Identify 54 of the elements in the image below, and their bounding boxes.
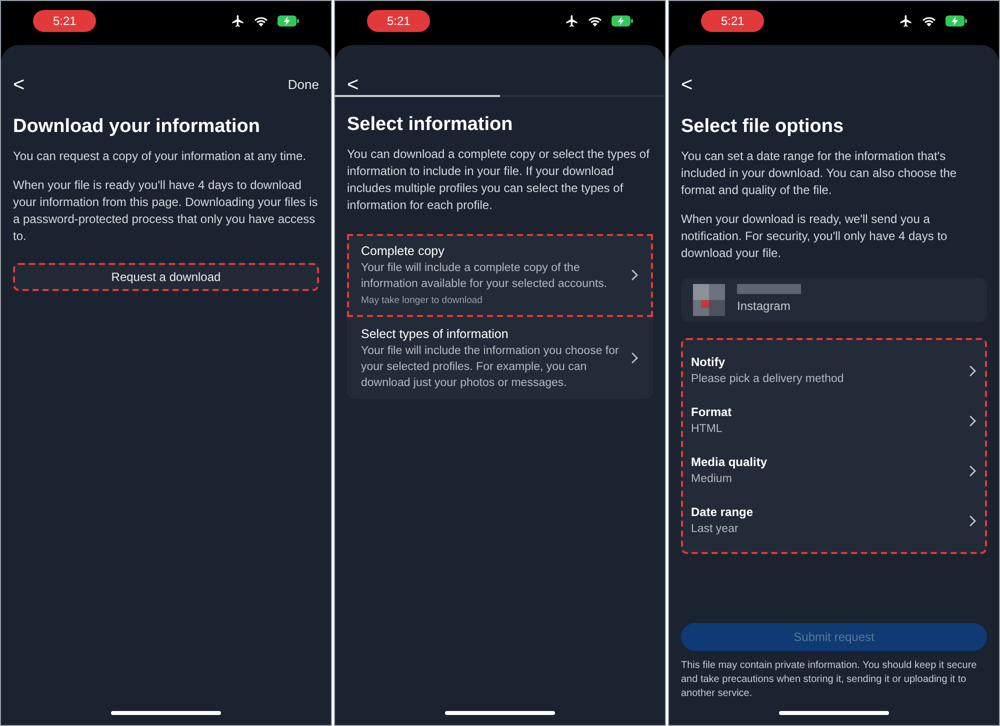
battery-charging-icon (277, 15, 299, 27)
description-text: When your download is ready, we'll send you a notification. For security, you'll only have 4 days to download your file. (681, 210, 948, 262)
chevron-right-icon (631, 352, 639, 364)
setting-row[interactable]: Date range Last year (683, 496, 985, 546)
setting-value: Last year (691, 522, 740, 537)
description-text: You can download a complete copy or select the types of information to include in your file. If your download includes multiple profiles you can select the types of information for each profile. (347, 146, 650, 214)
setting-value: HTML (691, 422, 724, 437)
setting-value: Medium (691, 472, 733, 487)
back-button[interactable]: < (681, 75, 693, 95)
wifi-icon (921, 15, 937, 27)
avatar-icon (693, 284, 725, 316)
battery-charging-icon (945, 15, 967, 27)
description-text: You can request a copy of your information at any time. (13, 148, 308, 164)
setting-label: Date range (691, 504, 754, 521)
chevron-right-icon (969, 464, 977, 476)
description-text: You can set a date range for the information that's included in your download. You can also choose the format and quality of the file. (681, 148, 958, 198)
privacy-note: This file may contain private information. You should keep it secure and take precautions when storing it, sending it or uploading it to another service. (681, 659, 978, 701)
battery-charging-icon (611, 15, 633, 27)
setting-label: Format (691, 404, 733, 421)
option-item[interactable]: Complete copy Your file will include a complete copy of the information available for your selected accounts. May take longer to download (347, 234, 653, 316)
chevron-right-icon (969, 364, 977, 376)
page-title: Select information (347, 113, 514, 137)
chevron-right-icon (969, 414, 977, 426)
chevron-right-icon (969, 514, 977, 526)
setting-row[interactable]: Notify Please pick a delivery method (683, 346, 985, 396)
page-title: Select file options (681, 115, 845, 139)
back-button[interactable]: < (13, 75, 25, 95)
redacted-name (737, 284, 801, 294)
option-item[interactable]: Select types of information Your file will include the information you choose for your selected profiles. For example, you can download just your photos or messages. (347, 316, 653, 400)
account-platform: Instagram (737, 298, 792, 315)
setting-value: Please pick a delivery method (691, 372, 845, 387)
back-button[interactable]: < (347, 75, 359, 95)
airplane-icon (565, 14, 579, 28)
request-download-button[interactable]: Request a download (13, 262, 319, 290)
setting-label: Media quality (691, 454, 768, 471)
setting-row[interactable]: Format HTML (683, 396, 985, 446)
status-time: 5:21 (33, 10, 96, 32)
setting-row[interactable]: Media quality Medium (683, 446, 985, 496)
airplane-icon (231, 14, 245, 28)
option-description: Your file will include a complete copy of the information available for your selected accounts. (361, 261, 608, 292)
option-note: May take longer to download (361, 294, 484, 308)
description-text: When your file is ready you'll have 4 days to download your information from this page. Downloading your files is a password-protected process that only you have access to. (13, 176, 319, 244)
chevron-right-icon (631, 269, 639, 281)
status-time: 5:21 (701, 10, 764, 32)
done-button[interactable]: Done (288, 75, 319, 95)
status-time: 5:21 (367, 10, 430, 32)
wifi-icon (253, 15, 269, 27)
option-title: Select types of information (361, 326, 510, 343)
option-title: Complete copy (361, 242, 446, 260)
wifi-icon (587, 15, 603, 27)
page-title: Download your information (13, 115, 261, 139)
airplane-icon (899, 14, 913, 28)
option-description: Your file will include the information you choose for your selected profiles. For example, you can download just your photos or messages. (361, 344, 620, 392)
setting-label: Notify (691, 354, 726, 371)
